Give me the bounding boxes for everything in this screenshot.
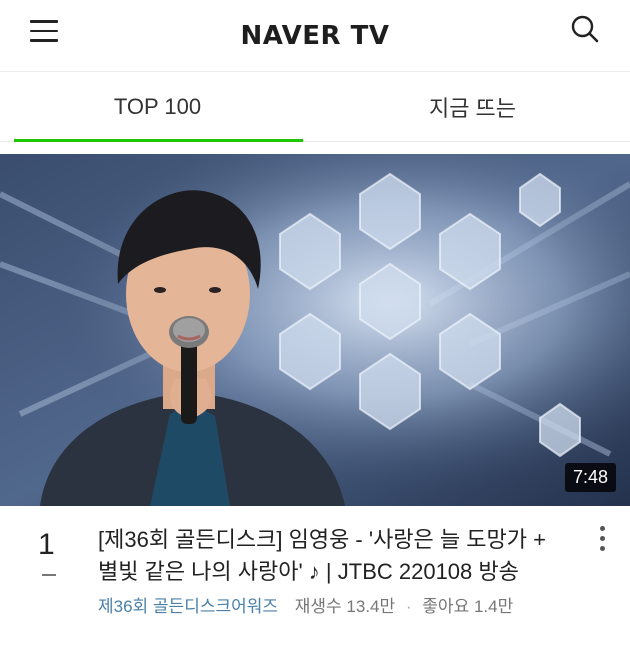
naver-tv-logo[interactable]: NAVER TV <box>241 21 390 51</box>
tab-bar: TOP 100 지금 뜨는 <box>0 72 630 142</box>
rank-number: 1 <box>38 528 55 561</box>
video-thumbnail[interactable]: 7:48 <box>0 154 630 506</box>
video-meta: 제36회 골든디스크어워즈 재생수 13.4만 · 좋아요 1.4만 <box>98 592 513 617</box>
app-header: NAVER TV <box>0 0 630 72</box>
more-vertical-icon[interactable] <box>598 526 608 554</box>
channel-name[interactable]: 제36회 골든디스크어워즈 <box>98 597 278 616</box>
like-count: 좋아요 1.4만 <box>422 597 514 616</box>
thumbnail-image <box>0 154 630 506</box>
rank-no-change-indicator <box>42 574 56 576</box>
video-item: 1 [제36회 골든디스크] 임영웅 - '사랑은 늘 도망가 + 별빛 같은 … <box>0 506 630 654</box>
view-count: 재생수 13.4만 <box>294 597 396 616</box>
video-title[interactable]: [제36회 골든디스크] 임영웅 - '사랑은 늘 도망가 + 별빛 같은 나의… <box>98 524 558 588</box>
video-duration-badge: 7:48 <box>564 463 616 492</box>
tab-trending-now[interactable]: 지금 뜨는 <box>315 72 630 141</box>
tab-top-100[interactable]: TOP 100 <box>0 72 315 142</box>
search-icon[interactable] <box>570 14 600 44</box>
meta-separator-dot: · <box>405 597 412 616</box>
hamburger-menu-icon[interactable] <box>30 20 58 42</box>
